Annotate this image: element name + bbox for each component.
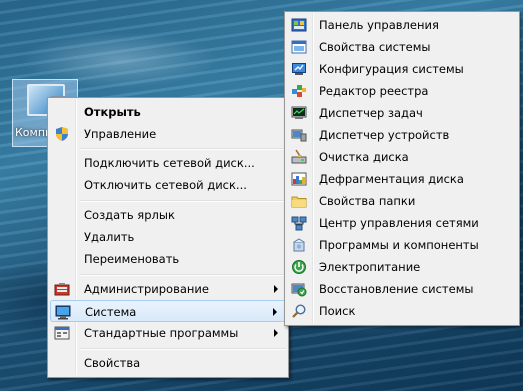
submenu-item-task-manager[interactable]: Диспетчер задач (287, 102, 517, 124)
submenu-item-label: Диспетчер устройств (319, 128, 450, 142)
submenu-item-label: Программы и компоненты (319, 238, 479, 252)
menu-item-label: Удалить (84, 230, 135, 244)
submenu-item-system-restore[interactable]: Восстановление системы (287, 278, 517, 300)
submenu-item-label: Поиск (319, 304, 356, 318)
menu-item-create-shortcut[interactable]: Создать ярлык (50, 204, 286, 226)
system-properties-icon (291, 40, 307, 54)
submenu-arrow-icon (273, 308, 277, 316)
accessories-icon (54, 326, 70, 340)
submenu-item-registry-editor[interactable]: Редактор реестра (287, 80, 517, 102)
menu-item-open[interactable]: Открыть (50, 101, 286, 123)
submenu-item-system-properties[interactable]: Свойства системы (287, 36, 517, 58)
admin-tools-icon (54, 283, 70, 296)
submenu-item-device-manager[interactable]: Диспетчер устройств (287, 124, 517, 146)
task-manager-icon (291, 106, 307, 119)
system-submenu: Панель управления Свойства системы Конфи… (284, 11, 520, 326)
submenu-item-system-configuration[interactable]: Конфигурация системы (287, 58, 517, 80)
control-panel-icon (291, 18, 307, 32)
submenu-arrow-icon (274, 285, 278, 293)
menu-item-label: Переименовать (84, 252, 180, 266)
submenu-item-label: Конфигурация системы (319, 62, 464, 76)
submenu-item-network-center[interactable]: Центр управления сетями (287, 212, 517, 234)
menu-item-system[interactable]: Система (50, 300, 286, 322)
menu-separator (80, 200, 286, 202)
menu-item-label: Отключить сетевой диск... (84, 178, 247, 192)
submenu-item-label: Свойства папки (319, 194, 416, 208)
submenu-item-disk-cleanup[interactable]: Очистка диска (287, 146, 517, 168)
disk-cleanup-icon (291, 149, 307, 164)
submenu-item-power-options[interactable]: Электропитание (287, 256, 517, 278)
menu-item-properties[interactable]: Свойства (50, 352, 286, 374)
submenu-item-label: Очистка диска (319, 150, 409, 164)
menu-item-label: Открыть (84, 105, 141, 119)
submenu-item-label: Редактор реестра (319, 84, 429, 98)
system-restore-icon (291, 283, 307, 297)
submenu-item-defragmentation[interactable]: Дефрагментация диска (287, 168, 517, 190)
network-center-icon (291, 216, 307, 231)
menu-item-accessories[interactable]: Стандартные программы (50, 322, 286, 344)
menu-item-label: Создать ярлык (84, 208, 175, 222)
menu-separator (80, 148, 286, 150)
submenu-item-label: Дефрагментация диска (319, 172, 464, 186)
submenu-item-folder-options[interactable]: Свойства папки (287, 190, 517, 212)
menu-item-label: Система (85, 305, 137, 319)
context-menu: Открыть Управление Подключить сетевой ди… (47, 97, 289, 378)
shield-icon (56, 127, 68, 141)
menu-item-label: Свойства (84, 356, 141, 370)
submenu-item-control-panel[interactable]: Панель управления (287, 14, 517, 36)
submenu-item-search[interactable]: Поиск (287, 300, 517, 322)
menu-item-delete[interactable]: Удалить (50, 226, 286, 248)
defrag-icon (291, 172, 307, 186)
menu-item-manage[interactable]: Управление (50, 123, 286, 145)
menu-item-rename[interactable]: Переименовать (50, 248, 286, 270)
submenu-item-label: Восстановление системы (319, 282, 474, 296)
menu-item-map-network-drive[interactable]: Подключить сетевой диск... (50, 152, 286, 174)
programs-icon (293, 238, 305, 252)
msconfig-icon (292, 63, 306, 75)
system-icon (55, 305, 71, 320)
device-manager-icon (291, 129, 307, 142)
menu-separator (80, 348, 286, 350)
submenu-arrow-icon (274, 329, 278, 337)
menu-item-disconnect-network-drive[interactable]: Отключить сетевой диск... (50, 174, 286, 196)
search-icon (292, 304, 306, 318)
menu-item-label: Администрирование (84, 282, 209, 296)
submenu-item-label: Свойства системы (319, 40, 431, 54)
menu-item-administration[interactable]: Администрирование (50, 278, 286, 300)
submenu-item-label: Панель управления (319, 18, 439, 32)
menu-item-label: Подключить сетевой диск... (84, 156, 255, 170)
submenu-item-label: Диспетчер задач (319, 106, 423, 120)
menu-item-label: Управление (84, 127, 157, 141)
submenu-item-label: Центр управления сетями (319, 216, 479, 230)
menu-item-label: Стандартные программы (84, 326, 239, 340)
submenu-item-programs-and-features[interactable]: Программы и компоненты (287, 234, 517, 256)
submenu-item-label: Электропитание (319, 260, 421, 274)
folder-options-icon (291, 196, 307, 208)
power-options-icon (292, 260, 306, 274)
menu-separator (80, 274, 286, 276)
registry-editor-icon (292, 85, 306, 97)
